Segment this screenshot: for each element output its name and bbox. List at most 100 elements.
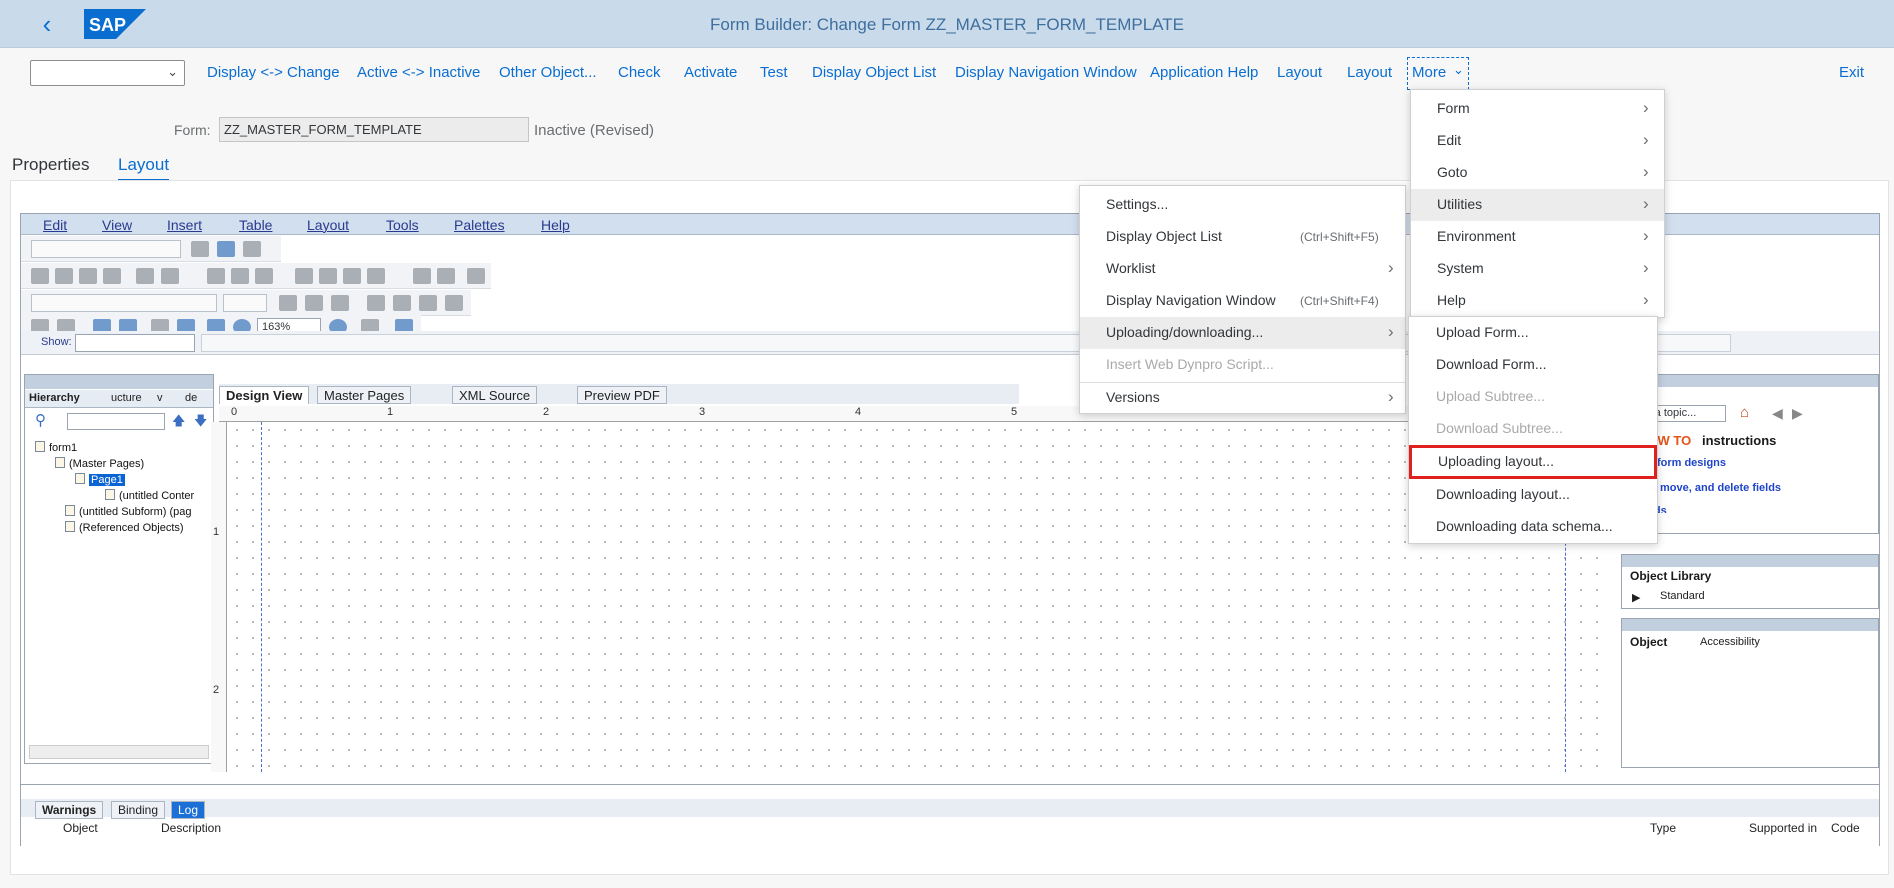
arrow-down-icon[interactable]: 🡇 xyxy=(194,412,207,434)
tree-item-referenced-objects[interactable]: (Referenced Objects) xyxy=(65,521,184,534)
underline-icon[interactable] xyxy=(331,295,349,311)
designer-menu-layout[interactable]: Layout xyxy=(307,217,349,233)
menu-item-goto[interactable]: Goto › xyxy=(1411,157,1664,189)
tab-binding[interactable]: Binding xyxy=(111,801,166,819)
italic-icon[interactable] xyxy=(305,295,323,311)
designer-menu-table[interactable]: Table xyxy=(239,217,272,233)
menu-item-settings[interactable]: Settings... xyxy=(1080,189,1405,221)
menu-item-help[interactable]: Help › xyxy=(1411,285,1664,317)
form-name-field[interactable]: ZZ_MASTER_FORM_TEMPLATE xyxy=(219,117,529,142)
other-object-button[interactable]: Other Object... xyxy=(499,64,597,81)
tab-properties[interactable]: Properties xyxy=(12,155,89,175)
tab-layout[interactable]: Layout xyxy=(118,155,170,181)
menu-item-edit[interactable]: Edit › xyxy=(1411,125,1664,157)
menu-item-download-form[interactable]: Download Form... xyxy=(1409,349,1657,381)
tab-v[interactable]: v xyxy=(157,392,163,404)
activate-button[interactable]: Activate xyxy=(684,64,737,81)
tree-item-subform[interactable]: (untitled Subform) (pag xyxy=(65,505,192,518)
menu-item-upload-form[interactable]: Upload Form... xyxy=(1409,317,1657,349)
menu-item-worklist[interactable]: Worklist › xyxy=(1080,253,1405,285)
hierarchy-search-input[interactable] xyxy=(67,413,165,430)
more-button[interactable]: More ⌄ xyxy=(1407,57,1469,90)
style-select[interactable] xyxy=(31,240,181,258)
tab-de[interactable]: de xyxy=(185,392,197,404)
display-object-list-button[interactable]: Display Object List xyxy=(812,64,936,81)
designer-menu-insert[interactable]: Insert xyxy=(167,217,202,233)
home-icon[interactable]: ⌂ xyxy=(1740,404,1749,421)
menu-item-downloading-data-schema[interactable]: Downloading data schema... xyxy=(1409,511,1657,543)
match-both-icon[interactable] xyxy=(343,268,361,284)
layout-button-1[interactable]: Layout xyxy=(1277,64,1322,81)
arrow-up-icon[interactable]: 🡅 xyxy=(172,412,185,434)
distribute-h-icon[interactable] xyxy=(207,268,225,284)
insert-icon[interactable] xyxy=(217,241,235,257)
designer-menu-help[interactable]: Help xyxy=(541,217,570,233)
menu-item-display-object-list[interactable]: Display Object List (Ctrl+Shift+F5) xyxy=(1080,221,1405,253)
distribute-both-icon[interactable] xyxy=(255,268,273,284)
designer-menu-tools[interactable]: Tools xyxy=(386,217,419,233)
font-size-select[interactable] xyxy=(223,294,267,312)
align-right-icon[interactable] xyxy=(55,268,73,284)
menu-item-display-navigation-window[interactable]: Display Navigation Window (Ctrl+Shift+F4) xyxy=(1080,285,1405,317)
tree-item-content-area[interactable]: (untitled Conter xyxy=(105,489,194,502)
tab-structure[interactable]: ucture xyxy=(111,392,142,404)
tree-item-master-pages[interactable]: (Master Pages) xyxy=(55,457,144,470)
align-hcenter-icon[interactable] xyxy=(161,268,179,284)
menu-item-environment[interactable]: Environment › xyxy=(1411,221,1664,253)
menu-item-uploading-downloading[interactable]: Uploading/downloading... › xyxy=(1080,317,1405,349)
tab-warnings[interactable]: Warnings xyxy=(35,801,104,819)
match-height-icon[interactable] xyxy=(319,268,337,284)
exit-button[interactable]: Exit xyxy=(1839,64,1864,81)
tab-xml-source[interactable]: XML Source xyxy=(452,386,538,404)
tab-object[interactable]: Object xyxy=(1630,635,1667,649)
tab-preview-pdf[interactable]: Preview PDF xyxy=(577,386,667,404)
menu-item-system[interactable]: System › xyxy=(1411,253,1664,285)
forward-icon[interactable]: ▶ xyxy=(1792,405,1803,422)
menu-item-versions[interactable]: Versions › xyxy=(1080,382,1405,414)
tree-item-form1[interactable]: form1 xyxy=(35,441,77,454)
designer-menu-edit[interactable]: Edit xyxy=(43,217,67,233)
hierarchy-hscrollbar[interactable] xyxy=(29,745,209,759)
application-help-button[interactable]: Application Help xyxy=(1150,64,1258,81)
search-icon[interactable]: ⚲ xyxy=(35,411,46,429)
tab-master-pages[interactable]: Master Pages xyxy=(317,386,412,404)
text-align-left-icon[interactable] xyxy=(367,295,385,311)
menu-item-utilities[interactable]: Utilities › xyxy=(1411,189,1664,221)
tab-log[interactable]: Log xyxy=(171,801,206,819)
display-navigation-window-button[interactable]: Display Navigation Window xyxy=(955,64,1137,81)
menu-item-uploading-layout[interactable]: Uploading layout... xyxy=(1409,445,1657,479)
menu-item-downloading-layout[interactable]: Downloading layout... xyxy=(1409,479,1657,511)
show-select[interactable] xyxy=(75,334,195,352)
tab-accessibility[interactable]: Accessibility xyxy=(1700,636,1760,648)
caret-right-icon[interactable]: ▶ xyxy=(1632,591,1640,604)
group-icon[interactable] xyxy=(413,268,431,284)
tree-item-page1[interactable]: Page1 xyxy=(75,473,125,486)
spacing-icon[interactable] xyxy=(467,268,485,284)
align-bottom-icon[interactable] xyxy=(103,268,121,284)
designer-menu-view[interactable]: View xyxy=(102,217,132,233)
toolbar-select[interactable]: ⌄ xyxy=(30,60,185,86)
align-top-icon[interactable] xyxy=(79,268,97,284)
check-button[interactable]: Check xyxy=(618,64,661,81)
test-button[interactable]: Test xyxy=(760,64,788,81)
designer-menu-palettes[interactable]: Palettes xyxy=(454,217,505,233)
distribute-v-icon[interactable] xyxy=(231,268,249,284)
ungroup-icon[interactable] xyxy=(437,268,455,284)
howto-link[interactable]: ect, move, and delete fields xyxy=(1638,482,1781,494)
align-left-icon[interactable] xyxy=(31,268,49,284)
tab-object-library[interactable]: Object Library xyxy=(1630,569,1711,583)
design-canvas[interactable] xyxy=(229,422,1601,772)
menu-item-form[interactable]: Form › xyxy=(1411,93,1664,125)
align-vcenter-icon[interactable] xyxy=(136,268,154,284)
font-select[interactable] xyxy=(31,294,217,312)
open-icon[interactable] xyxy=(243,241,261,257)
match-width-icon[interactable] xyxy=(295,268,313,284)
display-change-button[interactable]: Display <-> Change xyxy=(207,64,340,81)
back-icon[interactable]: ◀ xyxy=(1772,405,1783,422)
tab-hierarchy[interactable]: Hierarchy xyxy=(29,392,80,404)
text-justify-icon[interactable] xyxy=(445,295,463,311)
tab-design-view[interactable]: Design View xyxy=(219,386,310,404)
match-size-icon[interactable] xyxy=(367,268,385,284)
active-inactive-button[interactable]: Active <-> Inactive xyxy=(357,64,480,81)
bold-icon[interactable] xyxy=(279,295,297,311)
